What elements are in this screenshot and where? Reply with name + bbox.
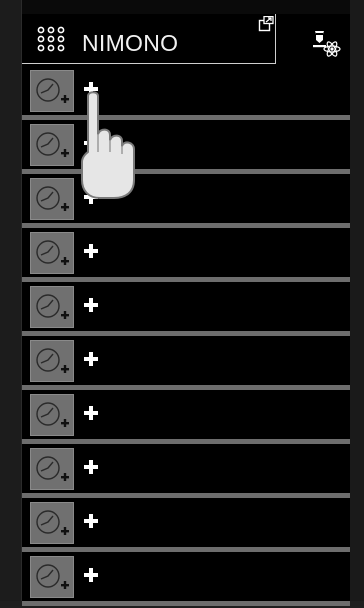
recording-list xyxy=(22,66,350,606)
title-box: NIMONO xyxy=(22,14,276,64)
plus-icon[interactable] xyxy=(84,406,98,420)
list-item[interactable] xyxy=(22,174,350,228)
plus-icon[interactable] xyxy=(84,82,98,96)
plus-icon[interactable] xyxy=(84,514,98,528)
left-frame xyxy=(0,0,22,608)
plus-icon[interactable] xyxy=(84,298,98,312)
clock-add-icon[interactable] xyxy=(30,232,74,274)
list-item[interactable] xyxy=(22,390,350,444)
clock-add-icon[interactable] xyxy=(30,448,74,490)
app-title: NIMONO xyxy=(82,30,179,56)
list-item[interactable] xyxy=(22,552,350,606)
clock-add-icon[interactable] xyxy=(30,124,74,166)
grid-menu-icon[interactable] xyxy=(36,26,66,52)
clock-add-icon[interactable] xyxy=(30,178,74,220)
clock-add-icon[interactable] xyxy=(30,394,74,436)
plus-icon[interactable] xyxy=(84,460,98,474)
list-item[interactable] xyxy=(22,498,350,552)
list-item[interactable] xyxy=(22,66,350,120)
list-item[interactable] xyxy=(22,444,350,498)
plus-icon[interactable] xyxy=(84,352,98,366)
row-divider xyxy=(22,601,350,606)
list-item[interactable] xyxy=(22,282,350,336)
clock-add-icon[interactable] xyxy=(30,70,74,112)
export-icon[interactable] xyxy=(258,15,274,32)
plus-icon[interactable] xyxy=(84,136,98,150)
plus-icon[interactable] xyxy=(84,190,98,204)
list-item[interactable] xyxy=(22,120,350,174)
clock-add-icon[interactable] xyxy=(30,502,74,544)
right-frame xyxy=(350,0,364,608)
plus-icon[interactable] xyxy=(84,244,98,258)
clock-add-icon[interactable] xyxy=(30,556,74,598)
list-item[interactable] xyxy=(22,228,350,282)
list-item[interactable] xyxy=(22,336,350,390)
lab-settings-icon[interactable] xyxy=(310,28,342,58)
header: NIMONO xyxy=(22,14,350,66)
plus-icon[interactable] xyxy=(84,568,98,582)
app-window: NIMONO xyxy=(0,0,364,608)
clock-add-icon[interactable] xyxy=(30,286,74,328)
clock-add-icon[interactable] xyxy=(30,340,74,382)
